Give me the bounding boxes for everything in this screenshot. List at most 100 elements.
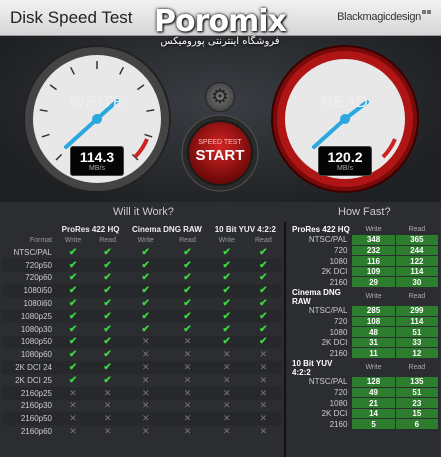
format-label: 1080p30 [20, 324, 52, 334]
start-button[interactable]: SPEED TEST START [187, 120, 253, 186]
write-fps-value: 108 [351, 315, 396, 328]
cross-icon: ✕ [208, 361, 245, 374]
read-fps-value: 51 [394, 326, 440, 338]
check-icon: ✔ [222, 272, 231, 284]
write-fps-value: 348 [351, 234, 396, 246]
format-label: 2K DCI [321, 409, 348, 419]
cross-icon: ✕ [69, 400, 77, 411]
read-fps-value: 114 [394, 315, 440, 328]
read-col-header: Read [99, 237, 116, 244]
check-icon: ✔ [90, 309, 126, 323]
settings-gear-icon[interactable]: ⚙ [205, 82, 235, 112]
format-label: 720 [334, 245, 348, 255]
check-icon: ✔ [56, 361, 91, 374]
read-gauge: READ 120.2 MB/s [270, 44, 420, 194]
cross-icon: ✕ [259, 400, 268, 411]
check-icon: ✔ [103, 246, 112, 258]
table-row: 2K DCI 31 33 [288, 336, 440, 349]
start-button-label: START [195, 147, 245, 164]
results-panel: Will it Work? How Fast? ProRes 422 HQ Ci… [0, 202, 441, 457]
table-row: 2K DCI 24 ✔ ✔ ✕ ✕ ✕ ✕ [2, 361, 282, 374]
check-icon: ✔ [222, 246, 231, 258]
check-icon: ✔ [68, 298, 78, 310]
codec-header: ProRes 422 HQ [61, 225, 120, 234]
cross-icon: ✕ [222, 400, 231, 411]
check-icon: ✔ [103, 298, 112, 310]
check-icon: ✔ [103, 374, 112, 386]
format-label: 2160p30 [20, 401, 52, 411]
table-row: 720p50 ✔ ✔ ✔ ✔ ✔ ✔ [2, 258, 282, 272]
cross-icon: ✕ [259, 374, 268, 385]
check-icon: ✔ [90, 335, 126, 349]
cross-icon: ✕ [244, 386, 282, 400]
check-icon: ✔ [244, 309, 282, 323]
read-col-header: Read [408, 225, 426, 233]
write-fps-value: 48 [351, 326, 396, 338]
check-icon: ✔ [56, 335, 91, 349]
read-fps-value: 23 [394, 397, 440, 409]
check-icon: ✔ [259, 246, 268, 258]
table-row: 1080 48 51 [288, 326, 440, 338]
check-icon: ✔ [141, 246, 150, 258]
table-row: 720 49 51 [288, 386, 440, 399]
check-icon: ✔ [259, 323, 268, 335]
check-icon: ✔ [222, 323, 231, 335]
table-row: 1080p30 ✔ ✔ ✔ ✔ ✔ ✔ [2, 323, 282, 336]
start-button-caption: SPEED TEST [198, 139, 242, 146]
table-row: 1080 21 23 [288, 397, 440, 409]
cross-icon: ✕ [103, 426, 112, 437]
write-col-header: Write [137, 237, 154, 244]
table-row: 2K DCI 109 114 [288, 265, 440, 278]
format-label: NTSC/PAL [308, 235, 348, 245]
check-icon: ✔ [68, 246, 78, 258]
cross-icon: ✕ [183, 426, 192, 437]
check-icon: ✔ [166, 284, 209, 298]
check-icon: ✔ [90, 284, 126, 298]
format-label: 1080p50 [2, 335, 56, 349]
check-icon: ✔ [68, 349, 78, 361]
check-icon: ✔ [208, 284, 245, 298]
cross-icon: ✕ [222, 374, 231, 385]
start-ring: SPEED TEST START [181, 114, 259, 192]
table-row: 2160p25 ✕ ✕ ✕ ✕ ✕ ✕ [2, 386, 282, 400]
write-fps-value: 31 [351, 336, 396, 349]
table-row: 2160 29 30 [288, 276, 440, 289]
group-header-row: Cinema DNG RAW Write Read [288, 288, 439, 306]
format-label: NTSC/PAL [308, 306, 348, 316]
cross-icon: ✕ [244, 412, 282, 426]
check-icon: ✔ [90, 361, 126, 374]
cross-icon: ✕ [125, 361, 167, 374]
table-row: 1080p60 ✔ ✔ ✕ ✕ ✕ ✕ [2, 348, 282, 361]
cross-icon: ✕ [259, 426, 268, 437]
cross-icon: ✕ [166, 412, 209, 426]
check-icon: ✔ [141, 323, 150, 335]
format-label: 720 [334, 316, 348, 326]
format-label: 2160 [329, 348, 348, 358]
table-row: 2160p30 ✕ ✕ ✕ ✕ ✕ ✕ [2, 400, 282, 413]
check-icon: ✔ [141, 298, 150, 310]
codec-name: ProRes 422 HQ [292, 224, 350, 234]
check-icon: ✔ [183, 246, 192, 258]
watermark: Poromix فروشگاه اینترنتی پورومیکس [150, 4, 290, 47]
table-row: 2K DCI 25 ✔ ✔ ✕ ✕ ✕ ✕ [2, 374, 282, 387]
how-fast-table: ProRes 422 HQ Write Read NTSC/PAL 348 365 720 2… [288, 224, 440, 430]
write-fps-value: 14 [351, 407, 396, 420]
check-icon: ✔ [183, 272, 192, 284]
check-icon: ✔ [222, 298, 231, 310]
cross-icon: ✕ [259, 349, 268, 360]
cross-icon: ✕ [183, 400, 192, 411]
table-row: NTSC/PAL ✔ ✔ ✔ ✔ ✔ ✔ [2, 246, 282, 259]
write-readout: 114.3 MB/s [70, 146, 124, 176]
write-fps-value: 5 [351, 418, 396, 430]
write-gauge: WRITE 114.3 MB/s [22, 44, 172, 194]
table-row: 720 108 114 [288, 315, 440, 328]
brand-name: Blackmagicdesign [337, 11, 421, 23]
gauge-panel: WRITE 114.3 MB/s ⚙ SPEED TEST START READ… [0, 36, 441, 202]
will-it-work-title: Will it Work? [113, 206, 174, 218]
cross-icon: ✕ [56, 412, 91, 426]
cross-icon: ✕ [56, 386, 91, 400]
format-label: 1080p25 [2, 309, 56, 323]
table-row: 1080i60 ✔ ✔ ✔ ✔ ✔ ✔ [2, 297, 282, 310]
check-icon: ✔ [244, 284, 282, 298]
format-label: 1080i50 [2, 284, 56, 298]
